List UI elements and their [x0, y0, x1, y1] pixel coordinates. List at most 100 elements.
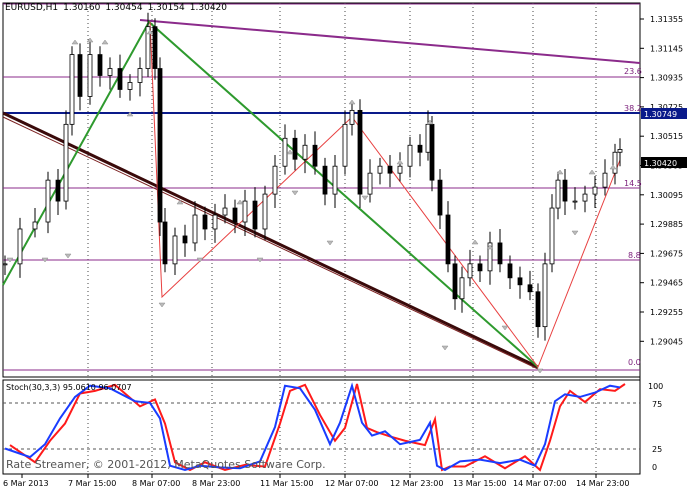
candle-body [162, 221, 168, 265]
current-price-text: 1.30420 [644, 159, 677, 168]
candle-body [45, 179, 51, 223]
stoch-header: Stoch(30,3,3) 95.0610 96.0707 [6, 383, 132, 392]
candle-body [527, 284, 533, 293]
candle-body [252, 200, 258, 230]
candle-body [63, 123, 69, 202]
candle-body [282, 137, 288, 167]
fractal-down-icon [361, 195, 369, 201]
candle-body [507, 263, 513, 279]
time-tick-label: 12 Mar 07:00 [325, 479, 378, 488]
fractal-down-icon [64, 253, 72, 259]
candle-body [152, 26, 158, 69]
candle-body [292, 137, 298, 160]
candle-body [459, 277, 465, 300]
candle-body [192, 214, 198, 244]
symbol-label: EURUSD,H1 [5, 3, 59, 13]
fractal-down-icon [158, 302, 166, 308]
candle-body [202, 214, 208, 230]
candle-body [407, 144, 413, 167]
candle-body [582, 193, 588, 202]
candle-body [387, 165, 393, 174]
price-tick-label: 1.29885 [650, 220, 683, 229]
candle-body [77, 54, 83, 97]
fractal-up-icon [101, 39, 109, 45]
stoch-axis-0: 0 [652, 463, 657, 472]
price-tick-label: 1.29465 [650, 279, 683, 288]
mt4-chart-window[interactable]: 23.6 38.2 14.5 8.8 0.0 1.31355 1.31145 1.3… [0, 0, 688, 491]
fractal-down-icon [441, 345, 449, 351]
time-tick-label: 6 Mar 2013 [3, 479, 49, 488]
candle-body [497, 242, 503, 265]
stoch-label: Stoch(30,3,3) [6, 383, 61, 392]
candle-body [612, 151, 618, 174]
candle-body [592, 186, 598, 195]
open-value: 1.30160 [63, 3, 101, 13]
channel-line-upper[interactable] [2, 111, 539, 369]
fractal-markers [6, 29, 617, 374]
candle-body [445, 214, 451, 265]
candle-body [357, 109, 363, 195]
fib-label-38-2: 38.2 [624, 104, 642, 113]
fractal-up-icon [236, 199, 244, 205]
candle-body [137, 68, 143, 83]
fractal-down-icon [326, 240, 334, 246]
candle-body [377, 165, 383, 174]
copyright-text: Rate Streamer, © 2001-2012, MetaQuotes S… [6, 458, 326, 471]
fractal-up-icon [176, 199, 184, 205]
fractal-down-icon [501, 325, 509, 331]
candle-body [222, 207, 228, 216]
candle-body [157, 68, 163, 223]
price-tick-label: 1.29255 [650, 308, 683, 317]
candle-body [517, 277, 523, 286]
candle-body [302, 144, 308, 160]
low-value: 1.30154 [147, 3, 185, 13]
candle-body [97, 54, 103, 76]
time-tick-label: 13 Mar 15:00 [453, 479, 506, 488]
time-tick-label: 7 Mar 15:00 [68, 479, 116, 488]
candle-body [332, 165, 338, 195]
fractal-up-icon [348, 99, 356, 105]
time-tick-label: 14 Mar 07:00 [513, 479, 566, 488]
candle-body [467, 263, 473, 279]
candle-body [32, 221, 38, 230]
price-tick-label: 1.31145 [650, 44, 683, 53]
candle-body [242, 200, 248, 223]
candle-body [272, 165, 278, 195]
candle-body [342, 123, 348, 167]
candle-body [117, 68, 123, 90]
time-axis-labels: 6 Mar 2013 7 Mar 15:00 8 Mar 07:00 8 Mar 23… [3, 474, 629, 488]
fib-label-8-8: 8.8 [628, 251, 641, 260]
price-tick-label: 1.29045 [650, 337, 683, 346]
channel-line-lower[interactable] [2, 116, 539, 370]
candle-body [535, 291, 541, 328]
fib-label-14-5: 14.5 [624, 179, 642, 188]
fractal-down-icon [571, 230, 579, 236]
fib-label-23-6: 23.6 [624, 67, 642, 76]
fractal-up-icon [71, 39, 79, 45]
close-value: 1.30420 [189, 3, 227, 13]
candlestick-series [2, 12, 623, 341]
price-chart[interactable]: 23.6 38.2 14.5 8.8 0.0 1.31355 1.31145 1.3… [0, 0, 688, 491]
fib-label-0-0: 0.0 [628, 358, 641, 367]
zigzag-line[interactable] [149, 21, 621, 369]
candle-body [127, 82, 133, 90]
time-tick-label: 8 Mar 07:00 [132, 479, 180, 488]
candle-body [55, 179, 61, 202]
candle-body [2, 263, 8, 266]
candle-body [172, 235, 178, 265]
candle-body [417, 144, 423, 153]
chart-header: EURUSD,H1 1.30160 1.30454 1.30154 1.30420 [5, 3, 232, 13]
candle-body [349, 109, 355, 125]
candle-body [429, 123, 435, 181]
candle-body [617, 149, 623, 153]
candle-body [232, 207, 238, 223]
candle-body [322, 165, 328, 195]
resistance-trendline[interactable] [139, 19, 641, 64]
candle-body [425, 123, 431, 153]
candle-body [312, 144, 318, 167]
price-axis-labels: 1.313551.311451.309351.307251.305151.303… [640, 15, 683, 346]
candle-body [17, 228, 23, 265]
candle-body [69, 54, 75, 125]
fractal-down-icon [291, 190, 299, 196]
price-tick-label: 1.30515 [650, 132, 683, 141]
